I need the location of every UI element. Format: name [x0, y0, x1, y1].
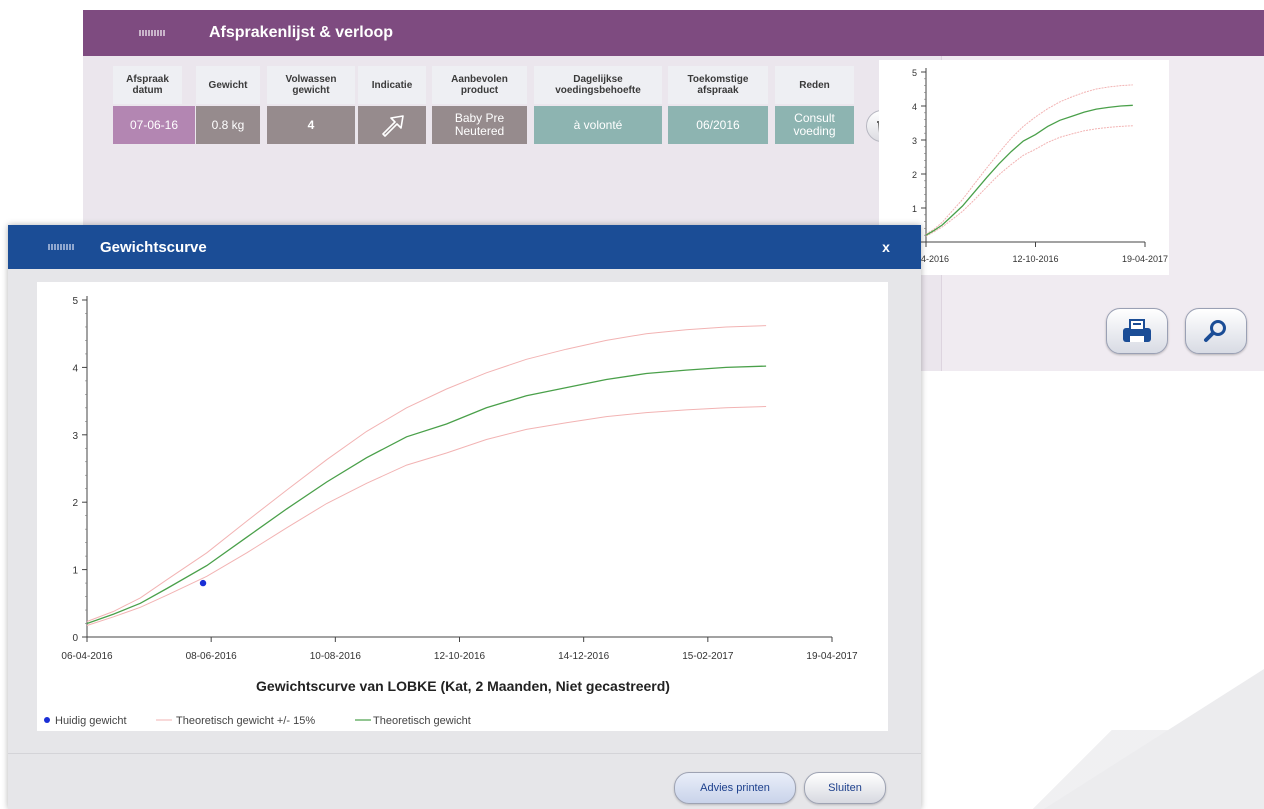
zoom-button[interactable] — [1185, 308, 1247, 354]
y-tick-label: 1 — [912, 204, 917, 214]
print-button[interactable] — [1106, 308, 1168, 354]
y-tick-label: 3 — [912, 136, 917, 146]
x-tick-label: 19-04-2017 — [806, 651, 858, 662]
y-tick-label: 5 — [72, 296, 78, 307]
x-tick-label: 15-02-2017 — [682, 651, 734, 662]
current-weight-point — [199, 579, 207, 587]
col-header-product: Aanbevolen product — [432, 66, 527, 104]
cell-datum[interactable]: 07-06-16 — [113, 106, 195, 144]
y-tick-label: 4 — [72, 363, 78, 374]
x-tick-label: 06-04-2016 — [61, 651, 113, 662]
cell-gewicht[interactable]: 0.8 kg — [196, 106, 260, 144]
col-header-datum: Afspraak datum — [113, 66, 182, 104]
y-tick-label: 4 — [912, 102, 917, 112]
arrow-up-right-icon — [382, 115, 404, 137]
printer-icon — [1123, 319, 1151, 342]
x-tick-label: 19-04-2017 — [1122, 254, 1168, 264]
col-header-voeding: Dagelijkse voedingsbehoefte — [534, 66, 662, 104]
modal-header: Gewichtscurve x — [8, 225, 921, 269]
mini-chart[interactable]: 01234506-04-201612-10-201619-04-2017 — [879, 60, 1169, 275]
x-tick-label: 14-12-2016 — [558, 651, 610, 662]
sluiten-button[interactable]: Sluiten — [804, 772, 886, 804]
x-tick-label: 10-08-2016 — [310, 651, 362, 662]
legend-dot-icon — [44, 717, 50, 723]
weight-chart-svg: Gewichtscurve van LOBKE (Kat, 2 Maanden,… — [44, 296, 858, 727]
close-icon[interactable]: x — [876, 239, 896, 255]
advies-printen-button[interactable]: Advies printen — [674, 772, 796, 804]
x-tick-label: 12-10-2016 — [1012, 254, 1058, 264]
cell-reden[interactable]: Consult voeding — [775, 106, 854, 144]
y-tick-label: 0 — [72, 633, 78, 644]
drag-handle-icon[interactable] — [139, 30, 165, 36]
legend-theoretical: Theoretisch gewicht — [373, 715, 471, 727]
afspraken-title: Afsprakenlijst & verloop — [209, 24, 394, 41]
x-tick-label: 12-10-2016 — [434, 651, 486, 662]
band-upper-line — [86, 325, 767, 622]
afspraken-header: Afsprakenlijst & verloop — [83, 10, 1264, 56]
col-header-volwassen: Volwassen gewicht — [267, 66, 355, 104]
cell-voeding[interactable]: à volonté — [534, 106, 662, 144]
drag-handle-icon[interactable] — [48, 244, 74, 250]
cell-toekomstig[interactable]: 06/2016 — [668, 106, 768, 144]
weight-chart: Gewichtscurve van LOBKE (Kat, 2 Maanden,… — [37, 282, 888, 731]
col-header-reden: Reden — [775, 66, 854, 104]
y-tick-label: 1 — [72, 566, 78, 577]
y-tick-label: 2 — [72, 498, 78, 509]
y-tick-label: 3 — [72, 431, 78, 442]
modal-footer-divider — [8, 753, 921, 754]
magnifier-icon — [1204, 320, 1226, 342]
legend-band: Theoretisch gewicht +/- 15% — [176, 715, 315, 727]
x-tick-label: 08-06-2016 — [186, 651, 238, 662]
y-tick-label: 5 — [912, 68, 917, 78]
y-tick-label: 2 — [912, 170, 917, 180]
band-lower-line — [86, 406, 767, 626]
col-header-gewicht: Gewicht — [196, 66, 260, 104]
legend-current: Huidig gewicht — [55, 715, 127, 727]
mini-chart-svg: 01234506-04-201612-10-201619-04-2017 — [903, 68, 1168, 264]
mini-band-lower-line — [925, 125, 1133, 237]
chart-title: Gewichtscurve van LOBKE (Kat, 2 Maanden,… — [256, 678, 670, 694]
background-shape — [960, 730, 1260, 809]
cell-product[interactable]: Baby Pre Neutered — [432, 106, 527, 144]
col-header-toekomstig: Toekomstige afspraak — [668, 66, 768, 104]
modal-title: Gewichtscurve — [100, 239, 207, 256]
cell-indicatie[interactable] — [358, 106, 426, 144]
cell-volwassen[interactable]: 4 — [267, 106, 355, 144]
col-header-indicatie: Indicatie — [358, 66, 426, 104]
gewichtscurve-modal: Gewichtscurve x Gewichtscurve van LOBKE … — [8, 225, 921, 809]
